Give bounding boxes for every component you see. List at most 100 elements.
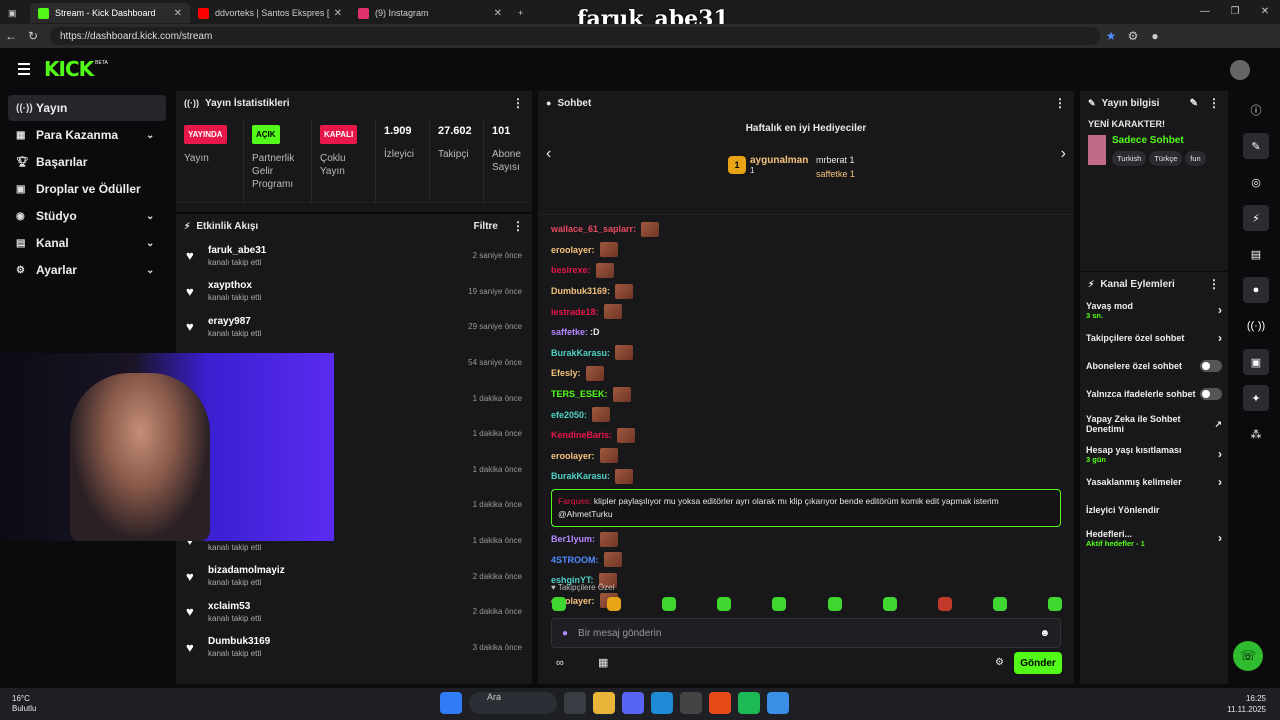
- chat-message[interactable]: iestrade18:: [551, 301, 1061, 322]
- channel-action-row[interactable]: Hedefleri... Aktif hedefler - 1 ›: [1080, 524, 1228, 552]
- highlighted-message[interactable]: Farques: klipler paylaşılıyor mu yoksa e…: [551, 488, 1061, 527]
- chat-message[interactable]: Efesly:: [551, 363, 1061, 384]
- category-name[interactable]: Sadece Sohbet: [1112, 135, 1220, 146]
- app-icon[interactable]: [680, 692, 702, 714]
- activity-row[interactable]: ♥ Dumbuk3169 kanalı takip etti 3 dakika önc…: [176, 630, 532, 666]
- channel-action-row[interactable]: Yalnızca ifadelerle sohbet: [1080, 380, 1228, 408]
- chat-username[interactable]: TERS_ESEK:: [551, 389, 608, 399]
- edit-stream-icon[interactable]: ✎: [1243, 133, 1269, 159]
- layout-icon[interactable]: ▣: [1243, 349, 1269, 375]
- refresh-icon[interactable]: ↻: [22, 29, 44, 43]
- emote-icon[interactable]: [717, 597, 732, 611]
- activity-row[interactable]: ♥ faruk_abe31 kanalı takip etti 2 saniye ön…: [176, 238, 532, 274]
- kick-logo[interactable]: KICK: [44, 57, 94, 81]
- chat-username[interactable]: 4STROOM:: [551, 555, 599, 565]
- chat-bubble-icon[interactable]: ●: [1243, 277, 1269, 303]
- sidebar-item-studyo[interactable]: ◉ Stüdyo ⌄: [8, 203, 166, 229]
- chat-message[interactable]: 4STROOM:: [551, 549, 1061, 570]
- gifter-row[interactable]: saffetke 1: [816, 167, 855, 181]
- emote-icon[interactable]: [662, 597, 677, 611]
- channel-action-row[interactable]: İzleyici Yönlendir: [1080, 496, 1228, 524]
- discord-icon[interactable]: [622, 692, 644, 714]
- chat-username[interactable]: iestrade18:: [551, 307, 599, 317]
- sidebar-item-ayarlar[interactable]: ⚙ Ayarlar ⌄: [8, 257, 166, 283]
- activity-row[interactable]: ♥ erayy987 kanalı takip etti 29 saniye önce: [176, 309, 532, 345]
- broadcast-icon[interactable]: ((·)): [1243, 313, 1269, 339]
- gifter-first[interactable]: 1 aygunalman 1: [728, 155, 808, 175]
- emote-icon[interactable]: [772, 597, 787, 611]
- emote-icon[interactable]: [552, 597, 566, 611]
- chat-username[interactable]: Efesly:: [551, 368, 581, 378]
- system-clock[interactable]: 16:25 11.11.2025: [1227, 693, 1266, 715]
- chevron-left-icon[interactable]: ‹: [546, 145, 551, 163]
- filter-button[interactable]: Filtre: [474, 221, 498, 232]
- chat-message[interactable]: TERS_ESEK:: [551, 384, 1061, 405]
- chat-message[interactable]: eshginYT:: [551, 570, 1061, 591]
- channel-action-row[interactable]: Yapay Zeka ile Sohbet Denetimi ↗: [1080, 408, 1228, 440]
- chat-message[interactable]: BurakKarasu:: [551, 466, 1061, 487]
- chat-username[interactable]: Ber1lyum:: [551, 534, 595, 544]
- chat-username[interactable]: eroolayer:: [551, 451, 595, 461]
- apps-icon[interactable]: ⁂: [1243, 421, 1269, 447]
- chat-message[interactable]: eroolayer:: [551, 446, 1061, 467]
- chat-message[interactable]: Ber1lyum:: [551, 529, 1061, 550]
- chevron-right-icon[interactable]: ›: [1061, 145, 1066, 163]
- chat-message[interactable]: Dumbuk3169:: [551, 281, 1061, 302]
- more-menu-icon[interactable]: ⋮: [1208, 96, 1220, 110]
- minimize-icon[interactable]: —: [1190, 0, 1220, 24]
- new-tab-button[interactable]: +: [510, 3, 534, 23]
- chat-username[interactable]: Dumbuk3169:: [551, 286, 610, 296]
- edge-icon[interactable]: [651, 692, 673, 714]
- sidebar-item-yayin[interactable]: ((·)) Yayın: [8, 95, 166, 121]
- infinity-icon[interactable]: ∞: [556, 657, 564, 669]
- channel-action-row[interactable]: Hesap yaşı kısıtlaması 3 gün ›: [1080, 440, 1228, 468]
- chat-username[interactable]: Farques:: [558, 496, 592, 506]
- chat-message[interactable]: BurakKarasu:: [551, 343, 1061, 364]
- chat-username[interactable]: BurakKarasu:: [551, 471, 610, 481]
- chat-username[interactable]: eroolayer:: [551, 245, 595, 255]
- document-icon[interactable]: ▤: [1243, 241, 1269, 267]
- extensions-icon[interactable]: ⚙: [1122, 29, 1144, 43]
- info-icon[interactable]: ⓘ: [1243, 97, 1269, 123]
- more-menu-icon[interactable]: ⋮: [512, 219, 524, 233]
- mic-icon[interactable]: ●: [562, 628, 568, 639]
- browser-tab-instagram[interactable]: (9) Instagram ✕: [350, 3, 510, 23]
- hamburger-menu-icon[interactable]: [18, 60, 30, 78]
- channel-action-row[interactable]: Yasaklanmış kelimeler ›: [1080, 468, 1228, 496]
- emote-icon[interactable]: [1047, 597, 1062, 611]
- maximize-icon[interactable]: ❐: [1220, 0, 1250, 24]
- user-avatar[interactable]: [1230, 60, 1250, 80]
- emote-icon[interactable]: [827, 597, 842, 611]
- emote-icon[interactable]: [937, 597, 952, 611]
- close-window-icon[interactable]: ✕: [1250, 0, 1280, 24]
- store-icon[interactable]: ▦: [598, 656, 608, 669]
- activity-row[interactable]: ♥ xaypthox kanalı takip etti 19 saniye önce: [176, 274, 532, 310]
- start-icon[interactable]: [440, 692, 462, 714]
- spotify-icon[interactable]: [738, 692, 760, 714]
- emote-icon[interactable]: [607, 597, 622, 611]
- tools-icon[interactable]: ✦: [1243, 385, 1269, 411]
- chat-username[interactable]: wallace_61_saplarr:: [551, 224, 636, 234]
- chat-username[interactable]: BurakKarasu:: [551, 348, 610, 358]
- chat-message[interactable]: saffetke::D: [551, 322, 1061, 343]
- chat-settings-gear-icon[interactable]: ⚙: [995, 657, 1004, 668]
- url-field[interactable]: https://dashboard.kick.com/stream: [50, 27, 1100, 45]
- sidebar-item-droplar[interactable]: ▣ Droplar ve Ödüller: [8, 176, 166, 202]
- sidebar-item-basarilar[interactable]: 🏆︎ Başarılar: [8, 149, 166, 175]
- toggle-switch[interactable]: [1200, 388, 1222, 400]
- chat-message[interactable]: efe2050:: [551, 404, 1061, 425]
- emote-icon[interactable]: [882, 597, 897, 611]
- toggle-switch[interactable]: [1200, 360, 1222, 372]
- chat-username[interactable]: KendineBaris:: [551, 430, 612, 440]
- channel-action-row[interactable]: Takipçilere özel sohbet ›: [1080, 324, 1228, 352]
- back-icon[interactable]: ←: [0, 29, 22, 43]
- emote-icon[interactable]: [992, 597, 1007, 611]
- channel-action-row[interactable]: Abonelere özel sohbet: [1080, 352, 1228, 380]
- sidebar-item-para-kazanma[interactable]: ▦ Para Kazanma ⌄: [8, 122, 166, 148]
- profile-icon[interactable]: ●: [1144, 29, 1166, 43]
- tab-actions-icon[interactable]: ▣: [0, 3, 30, 23]
- emoji-icon[interactable]: ☻: [1039, 628, 1050, 639]
- more-menu-icon[interactable]: ⋮: [1208, 277, 1220, 291]
- sidebar-item-kanal[interactable]: ▤ Kanal ⌄: [8, 230, 166, 256]
- more-menu-icon[interactable]: ⋮: [1054, 96, 1066, 110]
